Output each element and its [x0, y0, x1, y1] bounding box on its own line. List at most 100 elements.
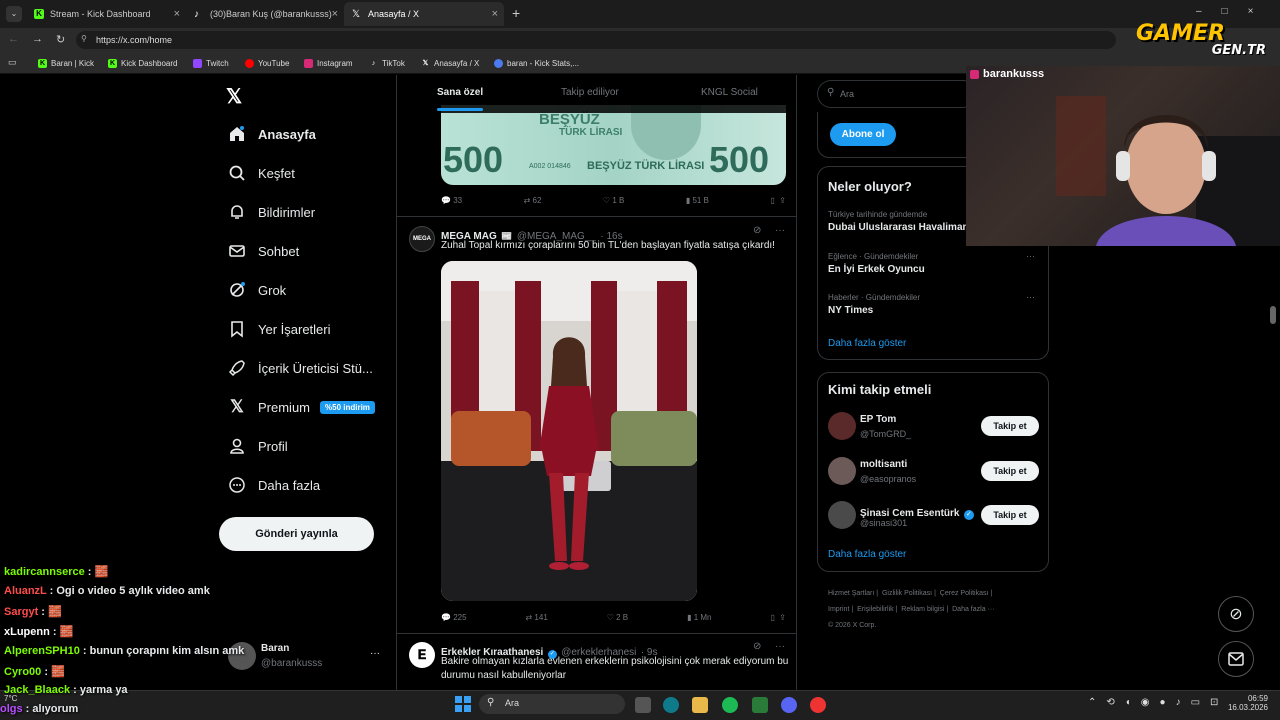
tab-kngl-social[interactable]: KNGL Social	[701, 87, 758, 98]
new-tab-button[interactable]: +	[512, 5, 520, 21]
bookmark-icon[interactable]: ▯ ⇪	[770, 613, 786, 622]
search-icon: ⚲	[487, 697, 495, 708]
url-field[interactable]: https://x.com/home	[76, 31, 1116, 49]
bookmark-instagram[interactable]: Instagram	[304, 56, 353, 70]
like-button[interactable]: ♡ 1 B	[603, 196, 624, 205]
follow-button[interactable]: Takip et	[981, 416, 1039, 436]
nav-premium[interactable]: 𝕏 Premium %50 indirim	[226, 396, 375, 418]
bookmark-x[interactable]: 𝕏 Anasayfa / X	[421, 56, 480, 70]
follow-button[interactable]: Takip et	[981, 505, 1039, 525]
taskbar-search[interactable]: ⚲ Ara	[479, 694, 625, 714]
bookmark-baran-kick[interactable]: K Baran | Kick	[38, 56, 94, 70]
trend-item[interactable]: Eğlence · Gündemdekiler En İyi Erkek Oyu…	[828, 252, 1043, 275]
taskbar-clock[interactable]: 06:59 16.03.2026	[1228, 694, 1268, 712]
like-button[interactable]: ♡ 2 B	[607, 613, 628, 622]
system-tray-icons[interactable]: ⌃⟲◖◉●♪▭⊡	[1088, 697, 1228, 708]
footer-link[interactable]: Imprint	[828, 606, 849, 613]
tweet-image[interactable]	[441, 261, 697, 601]
file-explorer-icon[interactable]	[692, 697, 708, 713]
bookmark-icon[interactable]: ▯ ⇪	[770, 196, 786, 205]
like-count: 2 B	[616, 613, 629, 622]
grok-float-button[interactable]: ⊘	[1218, 596, 1254, 632]
footer-link[interactable]: Reklam bilgisi	[901, 606, 944, 613]
grok-icon[interactable]: ⊘	[753, 225, 761, 236]
wtf-show-more-link[interactable]: Daha fazla göster	[828, 549, 906, 560]
avatar[interactable]: 𝐄	[409, 642, 435, 668]
close-icon[interactable]: ×	[492, 8, 498, 20]
avatar[interactable]	[828, 501, 856, 529]
tab-following[interactable]: Takip ediliyor	[561, 87, 619, 98]
footer-link[interactable]: Daha fazla ···	[952, 606, 994, 613]
avatar[interactable]: MEGA	[409, 226, 435, 252]
close-icon[interactable]: ×	[332, 8, 338, 20]
more-icon[interactable]: ···	[370, 648, 380, 659]
scrollbar-thumb[interactable]	[1270, 306, 1276, 324]
trends-show-more-link[interactable]: Daha fazla göster	[828, 338, 906, 349]
nav-bookmarks[interactable]: Yer İşaretleri	[226, 318, 331, 340]
avatar[interactable]	[828, 457, 856, 485]
bookmark-kick-dashboard[interactable]: K Kick Dashboard	[108, 56, 177, 70]
grok-icon[interactable]: ⊘	[753, 641, 761, 652]
reply-button[interactable]: 💬 33	[441, 196, 462, 205]
bookmark-kick-stats[interactable]: baran - Kick Stats,...	[494, 56, 579, 70]
subscribe-button[interactable]: Abone ol	[830, 123, 896, 146]
nav-grok[interactable]: Grok	[226, 279, 286, 301]
windows-start-icon[interactable]	[455, 696, 471, 712]
bookmark-twitch[interactable]: Twitch	[193, 56, 229, 70]
window-controls[interactable]: –□×	[1196, 6, 1273, 17]
nav-profile[interactable]: Profil	[226, 435, 288, 457]
tab-list-button[interactable]: ⌄	[6, 6, 22, 22]
tweet-image-banknote[interactable]: BEŞYÜZ TÜRK LİRASI 500 500 A002 014846 B…	[441, 105, 786, 185]
more-icon[interactable]: ···	[775, 641, 785, 652]
bookmark-tiktok[interactable]: ♪ TikTok	[369, 56, 405, 70]
forward-icon[interactable]: →	[32, 33, 43, 45]
more-icon[interactable]: ···	[775, 225, 785, 236]
views-button[interactable]: ▮ 51 B	[686, 196, 709, 205]
back-icon[interactable]: ←	[8, 33, 19, 45]
reload-icon[interactable]: ↻	[56, 33, 65, 46]
retweet-button[interactable]: ⇄ 141	[525, 613, 547, 622]
timeline-tabs: Sana özel Takip ediliyor KNGL Social	[397, 75, 796, 113]
discord-icon[interactable]	[781, 697, 797, 713]
edge-icon[interactable]	[663, 697, 679, 713]
app-icon[interactable]	[752, 697, 768, 713]
more-icon[interactable]: ···	[1026, 292, 1035, 302]
nav-more[interactable]: Daha fazla	[226, 474, 320, 496]
search-input[interactable]: ⚲ Ara	[817, 80, 977, 108]
reading-list-icon[interactable]: ▭	[8, 57, 17, 68]
bookmark-youtube[interactable]: YouTube	[245, 56, 289, 70]
tab-kick-dashboard[interactable]: K Stream - Kick Dashboard ×	[26, 2, 186, 26]
suggestion-name[interactable]: moltisanti	[860, 459, 907, 470]
nav-messages[interactable]: Sohbet	[226, 240, 299, 262]
site-info-icon[interactable]: ⚲	[81, 34, 87, 43]
task-view-icon[interactable]	[635, 697, 651, 713]
footer-link[interactable]: Gizlilik Politikası	[882, 590, 932, 597]
spotify-icon[interactable]	[722, 697, 738, 713]
reply-button[interactable]: 💬 225	[441, 613, 467, 622]
nav-notifications[interactable]: Bildirimler	[226, 201, 315, 223]
suggestion-name[interactable]: EP Tom	[860, 414, 896, 425]
footer-link[interactable]: Erişilebilirlik	[857, 606, 894, 613]
x-logo-icon[interactable]: 𝕏	[226, 84, 242, 109]
tab-x-home[interactable]: 𝕏 Anasayfa / X ×	[344, 2, 504, 26]
chrome-icon[interactable]	[810, 697, 826, 713]
nav-explore[interactable]: Keşfet	[226, 162, 295, 184]
account-switcher[interactable]: Baran @barankusss ···	[228, 640, 388, 674]
tab-tiktok[interactable]: ♪ (30)Baran Kuş (@barankusss) | Tik×	[186, 2, 344, 26]
close-icon[interactable]: ×	[174, 8, 180, 20]
retweet-button[interactable]: ⇄ 62	[524, 196, 542, 205]
avatar[interactable]	[828, 412, 856, 440]
messages-float-button[interactable]	[1218, 641, 1254, 677]
footer-link[interactable]: Çerez Politikası	[940, 590, 989, 597]
tweet-actions: 💬 33 ⇄ 62 ♡ 1 B ▮ 51 B ▯ ⇪	[441, 196, 786, 205]
follow-button[interactable]: Takip et	[981, 461, 1039, 481]
tab-for-you[interactable]: Sana özel	[437, 87, 483, 98]
footer-link[interactable]: Hizmet Şartları	[828, 590, 874, 597]
nav-creator-studio[interactable]: İçerik Üreticisi Stü...	[226, 357, 373, 379]
views-button[interactable]: ▮ 1 Mn	[687, 613, 711, 622]
post-button[interactable]: Gönderi yayınla	[219, 517, 374, 551]
nav-home[interactable]: Anasayfa	[226, 123, 316, 145]
more-icon[interactable]: ···	[1026, 251, 1035, 261]
bookmark-label: Instagram	[317, 58, 353, 68]
trend-item[interactable]: Haberler · Gündemdekiler NY Times	[828, 293, 1043, 316]
